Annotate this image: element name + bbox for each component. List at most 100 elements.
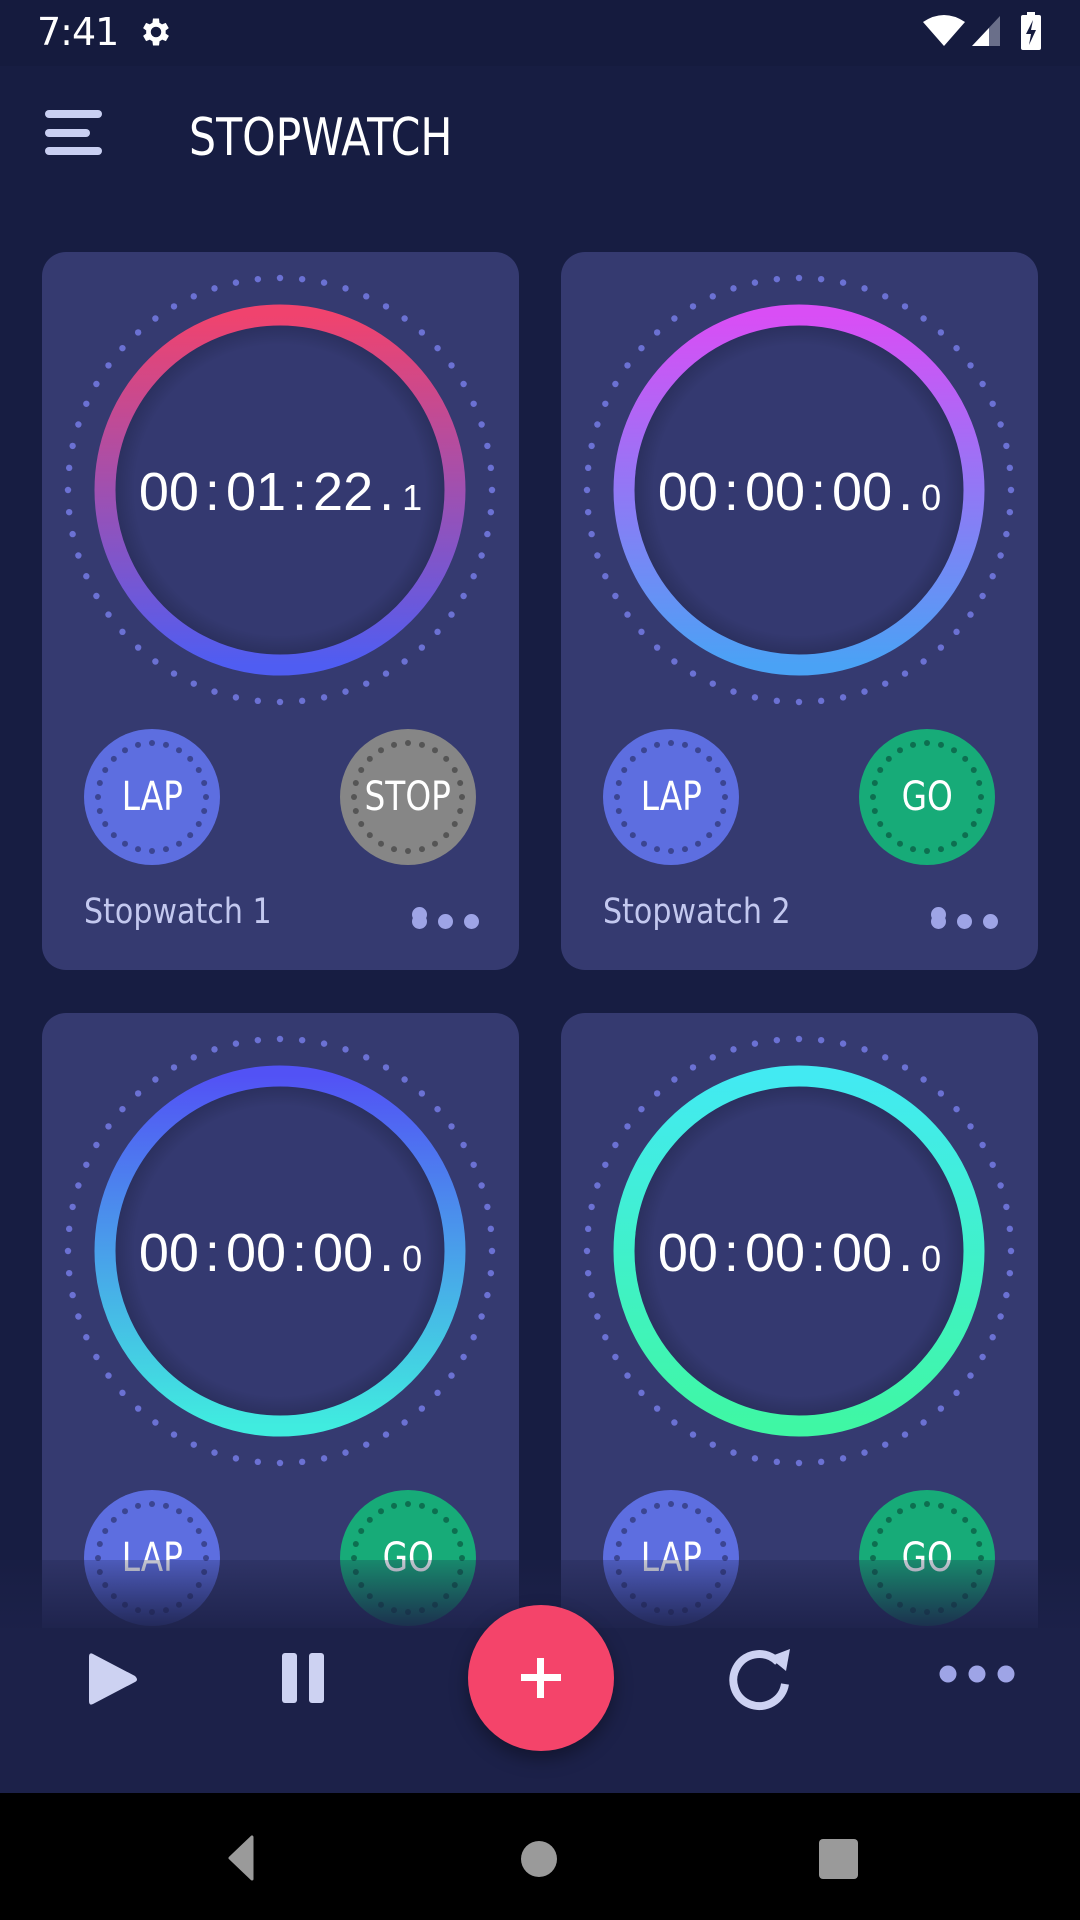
refresh-icon (729, 1649, 790, 1711)
tick-dot (861, 688, 868, 695)
stop-button-label: STOP (364, 774, 452, 820)
tick-dot (93, 592, 100, 600)
tick-dot (817, 275, 825, 283)
home-button[interactable] (509, 1829, 569, 1889)
tick-dot (276, 1035, 284, 1043)
tick-dot (418, 1090, 426, 1097)
go-button[interactable]: GO (859, 729, 995, 865)
more-options-button[interactable] (932, 1654, 1022, 1694)
tick-dot (105, 362, 112, 369)
stopwatch-more-button[interactable] (931, 900, 999, 930)
time-seconds: 00 (832, 1223, 893, 1283)
time-minutes: 00 (744, 1223, 806, 1283)
tick-dot (105, 611, 112, 618)
tick-dot (730, 1449, 737, 1456)
tick-dot (254, 697, 262, 705)
tick-dot (478, 1182, 485, 1189)
time-readout: 00:01:22. 1 (42, 462, 519, 528)
tick-dot (901, 1064, 909, 1071)
tick-dot (69, 530, 76, 538)
tick-dot (190, 680, 197, 687)
tick-dot (363, 1441, 370, 1448)
tick-dot (105, 1372, 112, 1379)
time-seconds: 00 (832, 462, 893, 522)
tick-dot (448, 1123, 455, 1130)
tick-dot (671, 1419, 678, 1426)
reset-all-button[interactable] (722, 1640, 802, 1720)
lap-button[interactable]: LAP (603, 729, 739, 865)
time-separator: : (811, 462, 827, 522)
tick-dot (979, 592, 986, 600)
tick-dot (363, 293, 370, 300)
stopwatch-name[interactable]: Stopwatch 2 (603, 892, 791, 932)
time-hours: 00 (138, 1223, 199, 1283)
tick-dot (342, 688, 349, 695)
tick-dot (920, 1419, 927, 1426)
tick-dot (93, 380, 100, 388)
tick-dot (75, 1313, 82, 1320)
tick-dot (470, 1161, 477, 1168)
stopwatch-more-button[interactable] (412, 900, 480, 930)
time-separator: : (811, 1223, 827, 1283)
recents-button[interactable] (808, 1829, 868, 1889)
tick-dot (434, 344, 441, 352)
tick-dot (69, 442, 76, 450)
back-button[interactable] (205, 1829, 265, 1889)
tick-dot (342, 285, 349, 292)
tick-dot (653, 644, 661, 651)
tick-dot (211, 285, 218, 292)
tick-dot (751, 694, 759, 701)
tick-dot (773, 697, 781, 705)
time-tenths: 1 (402, 477, 423, 518)
back-icon (228, 1835, 254, 1881)
menu-button[interactable] (38, 106, 108, 166)
time-tenths: 0 (402, 1238, 423, 1279)
lap-button[interactable]: LAP (84, 729, 220, 865)
tick-dot (276, 274, 284, 282)
tick-dot (83, 1161, 90, 1168)
tick-dot (434, 1105, 441, 1113)
tick-dot (320, 279, 328, 286)
tick-dot (773, 1036, 781, 1044)
add-stopwatch-button[interactable] (468, 1605, 614, 1751)
tick-dot (967, 611, 974, 618)
time-minutes: 01 (225, 462, 287, 522)
tick-dot (401, 1419, 408, 1426)
stopwatch-name[interactable]: Stopwatch 1 (84, 892, 272, 932)
tick-dot (75, 421, 82, 428)
tick-dot (363, 1054, 370, 1061)
time-seconds: 00 (313, 1223, 374, 1283)
tick-dot (75, 552, 82, 559)
tick-dot (83, 573, 90, 580)
tick-dot (232, 279, 240, 286)
tick-dot (93, 1141, 100, 1149)
tick-dot (751, 1455, 759, 1462)
time-separator: : (723, 462, 739, 522)
tick-dot (997, 552, 1004, 559)
tick-dot (937, 1090, 945, 1097)
tick-dot (298, 1036, 306, 1044)
tick-dot (817, 1036, 825, 1044)
lap-button-label: LAP (640, 774, 702, 820)
tick-dot (418, 329, 426, 336)
tick-dot (470, 400, 477, 407)
tick-dot (937, 644, 945, 651)
tick-dot (69, 1203, 76, 1211)
tick-dot (817, 1458, 825, 1466)
stop-button[interactable]: STOP (340, 729, 476, 865)
pause-all-button[interactable] (272, 1640, 352, 1720)
go-button-label: GO (901, 774, 953, 820)
tick-dot (638, 344, 645, 352)
tick-dot (709, 1441, 716, 1448)
play-all-button[interactable] (72, 1640, 152, 1720)
time-decimal-point: . (898, 1223, 914, 1283)
tick-dot (232, 1040, 240, 1047)
tick-dot (989, 400, 996, 407)
settings-gear-icon (143, 18, 169, 46)
tick-dot (638, 1105, 645, 1113)
tick-dot (689, 303, 697, 310)
tick-dot (470, 1334, 477, 1341)
tick-dot (484, 1291, 491, 1299)
tick-dot (363, 680, 370, 687)
tick-dot (134, 644, 142, 651)
